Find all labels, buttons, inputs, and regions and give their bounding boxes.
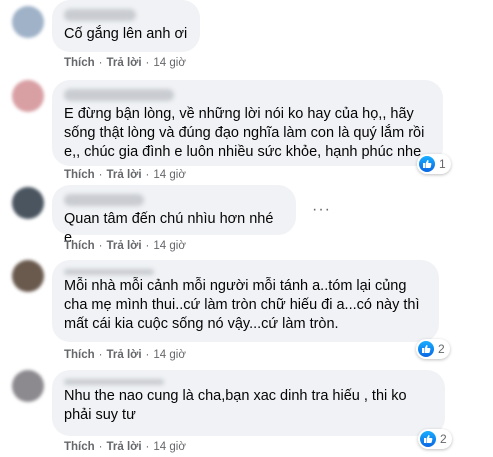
like-link[interactable]: Thích [64, 57, 95, 69]
comment-bubble: Nhu the nao cung là cha,bạn xac dinh tra… [52, 370, 445, 436]
reply-link[interactable]: Trả lời [107, 240, 142, 252]
comment-bubble: Quan tâm đến chú nhìu hơn nhé e [52, 185, 296, 246]
avatar[interactable] [12, 6, 44, 38]
reply-link[interactable]: Trả lời [107, 441, 142, 453]
author-name-blurred[interactable] [64, 9, 136, 21]
comment-actions: Thích · Trả lời · 14 giờ [64, 240, 186, 252]
reply-link[interactable]: Trả lời [107, 169, 142, 181]
reaction-count[interactable]: 2 [416, 339, 450, 359]
comment-text: Mỗi nhà mỗi cảnh mỗi người mỗi tánh a..t… [64, 278, 420, 332]
more-horizontal-icon[interactable]: ··· [312, 202, 331, 218]
author-name-blurred[interactable] [64, 194, 144, 206]
reaction-count[interactable]: 1 [417, 154, 451, 174]
comment-actions: Thích · Trả lời · 14 giờ [64, 57, 186, 69]
comment-actions: Thích · Trả lời · 14 giờ [64, 441, 186, 453]
author-name-blurred[interactable] [64, 379, 164, 385]
like-link[interactable]: Thích [64, 441, 95, 453]
like-link[interactable]: Thích [64, 169, 95, 181]
author-name-blurred[interactable] [64, 89, 174, 101]
like-link[interactable]: Thích [64, 240, 95, 252]
timestamp[interactable]: 14 giờ [153, 240, 185, 252]
timestamp[interactable]: 14 giờ [153, 441, 185, 453]
reaction-number: 2 [440, 432, 447, 446]
avatar[interactable] [12, 187, 44, 219]
comment-text: Cố gắng lên anh ơi [64, 26, 188, 42]
avatar[interactable] [12, 260, 44, 292]
reply-link[interactable]: Trả lời [107, 349, 142, 361]
avatar[interactable] [12, 370, 44, 402]
like-icon [418, 341, 434, 357]
like-icon [420, 431, 436, 447]
timestamp[interactable]: 14 giờ [153, 57, 185, 69]
author-name-blurred[interactable] [64, 269, 154, 275]
reply-link[interactable]: Trả lời [107, 57, 142, 69]
reaction-number: 2 [438, 342, 445, 356]
reaction-number: 1 [439, 157, 446, 171]
comment-actions: Thích · Trả lời · 14 giờ [64, 169, 186, 181]
comment-text: E đừng bận lòng, về những lời nói ko hay… [64, 106, 425, 160]
like-link[interactable]: Thích [64, 349, 95, 361]
comment-text: Nhu the nao cung là cha,bạn xac dinh tra… [64, 388, 407, 423]
like-icon [419, 156, 435, 172]
avatar[interactable] [12, 80, 44, 112]
comment-bubble: E đừng bận lòng, về những lời nói ko hay… [52, 80, 443, 166]
timestamp[interactable]: 14 giờ [153, 349, 185, 361]
timestamp[interactable]: 14 giờ [153, 169, 185, 181]
comment-actions: Thích · Trả lời · 14 giờ [64, 349, 186, 361]
comment-bubble: Mỗi nhà mỗi cảnh mỗi người mỗi tánh a..t… [52, 260, 439, 342]
reaction-count[interactable]: 2 [418, 429, 452, 449]
comment-bubble: Cố gắng lên anh ơi [52, 0, 200, 52]
